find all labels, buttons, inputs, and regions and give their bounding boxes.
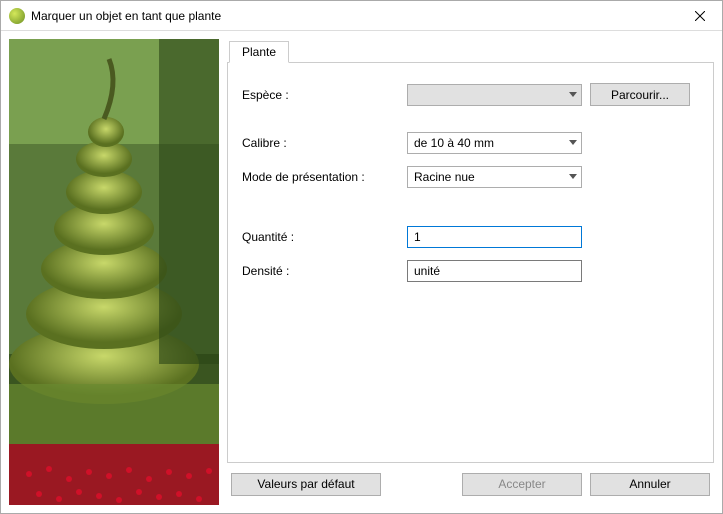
accept-button[interactable]: Accepter	[462, 473, 582, 496]
content: Plante Espèce : Parcourir... Calibre : d…	[1, 31, 722, 513]
row-mode: Mode de présentation : Racine nue	[242, 166, 699, 188]
quantite-input[interactable]	[407, 226, 582, 248]
defaults-button[interactable]: Valeurs par défaut	[231, 473, 381, 496]
titlebar: Marquer un objet en tant que plante	[1, 1, 722, 31]
row-espece: Espèce : Parcourir...	[242, 83, 699, 106]
right-pane: Plante Espèce : Parcourir... Calibre : d…	[227, 39, 714, 505]
espece-label: Espèce :	[242, 88, 407, 102]
tabbar: Plante	[227, 39, 714, 62]
cancel-label: Annuler	[629, 477, 670, 491]
footer: Valeurs par défaut Accepter Annuler	[227, 463, 714, 505]
espece-dropdown[interactable]	[407, 84, 582, 106]
browse-label: Parcourir...	[611, 88, 669, 102]
window-title: Marquer un objet en tant que plante	[31, 9, 677, 23]
quantite-label: Quantité :	[242, 230, 407, 244]
defaults-label: Valeurs par défaut	[257, 477, 354, 491]
chevron-down-icon	[569, 140, 577, 146]
calibre-label: Calibre :	[242, 136, 407, 150]
close-icon	[695, 11, 705, 21]
app-icon	[9, 8, 25, 24]
row-quantite: Quantité :	[242, 226, 699, 248]
tab-plante-label: Plante	[242, 45, 276, 59]
mode-value: Racine nue	[414, 170, 475, 184]
mode-dropdown[interactable]: Racine nue	[407, 166, 582, 188]
tab-plante[interactable]: Plante	[229, 41, 289, 63]
densite-label: Densité :	[242, 264, 407, 278]
calibre-value: de 10 à 40 mm	[414, 136, 494, 150]
densite-input[interactable]	[407, 260, 582, 282]
panel: Espèce : Parcourir... Calibre : de 10 à …	[227, 62, 714, 463]
close-button[interactable]	[677, 1, 722, 30]
calibre-dropdown[interactable]: de 10 à 40 mm	[407, 132, 582, 154]
chevron-down-icon	[569, 174, 577, 180]
row-calibre: Calibre : de 10 à 40 mm	[242, 132, 699, 154]
accept-label: Accepter	[498, 477, 545, 491]
cancel-button[interactable]: Annuler	[590, 473, 710, 496]
chevron-down-icon	[569, 92, 577, 98]
mode-label: Mode de présentation :	[242, 170, 407, 184]
preview-image	[9, 39, 219, 505]
row-densite: Densité :	[242, 260, 699, 282]
browse-button[interactable]: Parcourir...	[590, 83, 690, 106]
